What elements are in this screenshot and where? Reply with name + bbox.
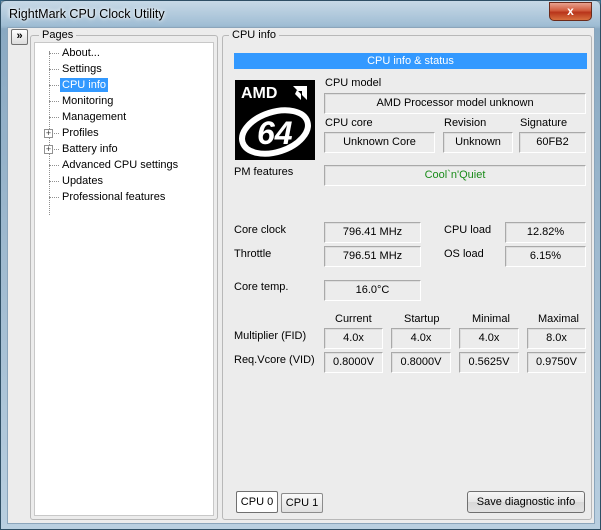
- app-window: RightMark CPU Clock Utility x » Pages Ab…: [0, 0, 601, 530]
- close-button[interactable]: x: [549, 2, 592, 21]
- tab-cpu-1[interactable]: CPU 1: [281, 493, 323, 513]
- vcore-startup-field: 0.8000V: [391, 352, 451, 373]
- tree-item-management[interactable]: Management: [35, 109, 213, 125]
- tree-item-label: Profiles: [62, 127, 99, 139]
- vcore-maximal-field: 0.9750V: [527, 352, 586, 373]
- tree-item-profiles[interactable]: + Profiles: [35, 125, 213, 141]
- tree-item-label: Battery info: [62, 143, 118, 155]
- tree-item-label: Advanced CPU settings: [62, 159, 179, 171]
- pm-features-field: Cool`n'Quiet: [324, 165, 586, 186]
- window-title: RightMark CPU Clock Utility: [9, 7, 165, 21]
- tree-item-label: Monitoring: [62, 95, 114, 107]
- pm-features-label: PM features: [234, 166, 294, 178]
- tree-item-monitoring[interactable]: Monitoring: [35, 93, 213, 109]
- logo-brand-text: AMD: [241, 85, 277, 102]
- expand-plus-icon[interactable]: +: [44, 145, 53, 154]
- os-load-field: 6.15%: [505, 246, 586, 267]
- tab-cpu-0[interactable]: CPU 0: [236, 491, 278, 513]
- core-clock-label: Core clock: [234, 224, 286, 236]
- multiplier-minimal-field: 4.0x: [459, 328, 519, 349]
- multiplier-current-field: 4.0x: [324, 328, 383, 349]
- vcore-current-field: 0.8000V: [324, 352, 383, 373]
- tree-item-advanced-cpu-settings[interactable]: Advanced CPU settings: [35, 157, 213, 173]
- cpu-core-field: Unknown Core: [324, 132, 435, 153]
- multiplier-startup-field: 4.0x: [391, 328, 451, 349]
- tree-item-cpu-info[interactable]: CPU info: [35, 77, 213, 93]
- pages-tree: About... Settings CPU info Monitoring Ma…: [34, 42, 214, 516]
- signature-field: 60FB2: [519, 132, 586, 153]
- multiplier-label: Multiplier (FID): [234, 330, 307, 342]
- expand-panel-button[interactable]: »: [11, 29, 28, 45]
- cpu-model-label: CPU model: [325, 77, 382, 89]
- cpu-info-group: CPU info CPU info & status AMD 64 CPU mo…: [222, 29, 592, 520]
- tree-item-settings[interactable]: Settings: [35, 61, 213, 77]
- logo-sub-text: 64: [257, 115, 293, 151]
- expand-plus-icon[interactable]: +: [44, 129, 53, 138]
- revision-field: Unknown: [443, 132, 513, 153]
- cpu-model-field: AMD Processor model unknown: [324, 93, 586, 114]
- column-startup-label: Startup: [404, 313, 440, 325]
- tree-item-label: Updates: [62, 175, 103, 187]
- tree-item-label: Management: [62, 111, 127, 123]
- throttle-field: 796.51 MHz: [324, 246, 421, 267]
- tree-item-about[interactable]: About...: [35, 45, 213, 61]
- cpu-load-label: CPU load: [444, 224, 492, 236]
- client-area: » Pages About... Settings CPU info Monit…: [7, 27, 595, 524]
- pages-group-label: Pages: [39, 29, 77, 41]
- cpu-core-label: CPU core: [325, 117, 373, 129]
- tree-item-label: About...: [62, 47, 100, 59]
- column-maximal-label: Maximal: [538, 313, 579, 325]
- core-temp-label: Core temp.: [234, 281, 289, 293]
- tree-item-label: CPU info: [60, 78, 109, 92]
- core-clock-field: 796.41 MHz: [324, 222, 421, 243]
- cpu-load-field: 12.82%: [505, 222, 586, 243]
- save-diagnostic-info-button[interactable]: Save diagnostic info: [467, 491, 585, 513]
- vcore-minimal-field: 0.5625V: [459, 352, 519, 373]
- tree-item-label: Professional features: [62, 191, 166, 203]
- title-bar[interactable]: RightMark CPU Clock Utility x: [1, 1, 600, 28]
- throttle-label: Throttle: [234, 248, 272, 260]
- amd64-logo-icon: AMD 64: [235, 80, 315, 160]
- tree-item-battery-info[interactable]: + Battery info: [35, 141, 213, 157]
- multiplier-maximal-field: 8.0x: [527, 328, 586, 349]
- revision-label: Revision: [444, 117, 487, 129]
- pages-group: Pages About... Settings CPU info Monitor…: [30, 29, 218, 520]
- column-current-label: Current: [335, 313, 372, 325]
- tree-item-label: Settings: [62, 63, 102, 75]
- os-load-label: OS load: [444, 248, 484, 260]
- column-minimal-label: Minimal: [472, 313, 510, 325]
- cpu-info-group-label: CPU info: [229, 29, 280, 41]
- tree-item-updates[interactable]: Updates: [35, 173, 213, 189]
- core-temp-field: 16.0°C: [324, 280, 421, 301]
- cpu-info-header: CPU info & status: [234, 53, 587, 69]
- tree-item-professional-features[interactable]: Professional features: [35, 189, 213, 205]
- vcore-label: Req.Vcore (VID): [234, 354, 315, 366]
- signature-label: Signature: [520, 117, 568, 129]
